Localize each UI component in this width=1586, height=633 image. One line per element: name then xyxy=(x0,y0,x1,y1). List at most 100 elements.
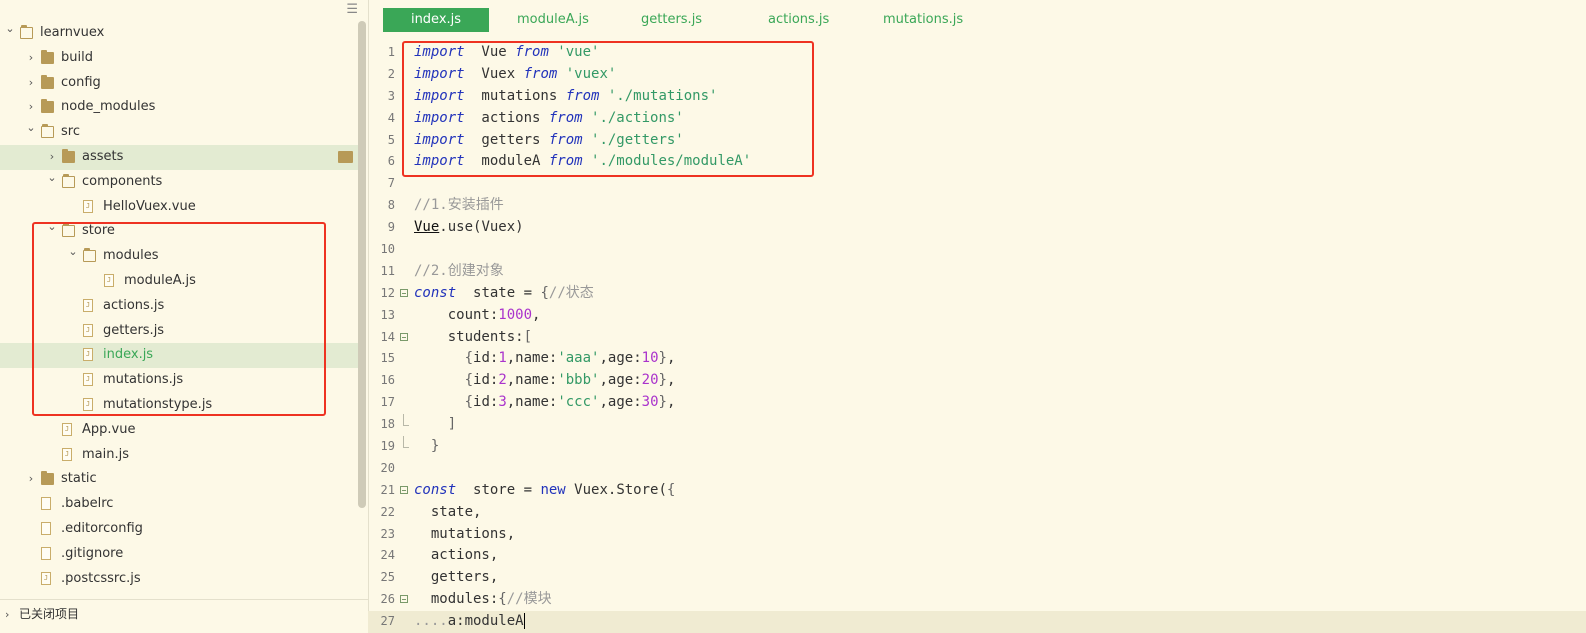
code-token: { xyxy=(464,372,474,389)
tree-item-label: .editorconfig xyxy=(61,520,143,536)
fold-toggle-icon[interactable] xyxy=(400,288,408,297)
tree-item-main-js[interactable]: Jmain.js xyxy=(0,443,358,468)
code-token: { xyxy=(540,284,549,301)
code-line[interactable]: 24 actions, xyxy=(368,545,1586,567)
file-icon xyxy=(41,521,51,535)
code-token: { xyxy=(498,591,507,608)
menu-icon[interactable]: ☰ xyxy=(346,2,358,17)
code-line[interactable]: 22 state, xyxy=(368,502,1586,524)
code-line[interactable]: 11 //2.创建对象 xyxy=(368,261,1586,283)
fold-toggle-icon[interactable] xyxy=(400,595,408,604)
folder-icon xyxy=(62,148,75,163)
line-number: 9 xyxy=(387,220,395,235)
code-line[interactable]: 9 Vue.use(Vuex) xyxy=(368,217,1586,239)
tree-item-components[interactable]: ⌄ components xyxy=(0,170,358,195)
code-line[interactable]: 21 const store = new Vuex.Store({ xyxy=(368,480,1586,502)
code-line[interactable]: 17 {id:3,name:'ccc',age:30}, xyxy=(368,392,1586,414)
tree-item-app-vue[interactable]: J App.vue xyxy=(0,418,358,443)
line-number: 18 xyxy=(380,417,395,432)
chevron-right-icon[interactable]: › xyxy=(26,467,36,492)
chevron-down-icon[interactable]: ⌄ xyxy=(5,17,15,42)
code-line[interactable]: 18 ] xyxy=(368,414,1586,436)
line-number: 20 xyxy=(380,460,395,475)
code-token: , xyxy=(666,394,676,411)
line-number: 23 xyxy=(380,526,395,541)
text-cursor xyxy=(523,613,525,630)
tree-item-build[interactable]: › build xyxy=(0,46,358,71)
code-token: ,name: xyxy=(506,394,558,411)
code-token: getters, xyxy=(414,569,499,586)
file-icon: J xyxy=(62,422,72,436)
file-icon: J xyxy=(41,571,51,585)
code-token: 20 xyxy=(641,372,659,389)
tree-item-gitignore[interactable]: .gitignore xyxy=(0,542,358,567)
open-folder-icon[interactable] xyxy=(338,150,353,163)
store-highlight-box xyxy=(32,222,326,416)
code-token: { xyxy=(464,394,474,411)
code-line[interactable]: 20 xyxy=(368,458,1586,480)
folder-icon xyxy=(41,99,54,114)
fold-toggle-icon[interactable] xyxy=(400,485,408,494)
code-line[interactable]: 14 students:[ xyxy=(368,327,1586,349)
tree-item-postcssrc-js[interactable]: J .postcssrc.js xyxy=(0,567,358,592)
code-line[interactable]: 16 {id:2,name:'bbb',age:20}, xyxy=(368,370,1586,392)
tree-item-config[interactable]: › config xyxy=(0,71,358,96)
file-icon: J xyxy=(62,447,72,461)
code-token: { xyxy=(464,350,474,367)
code-token: modules: xyxy=(414,591,499,608)
line-number: 8 xyxy=(387,198,395,213)
line-number: 27 xyxy=(380,614,395,629)
tree-item-babelrc[interactable]: .babelrc xyxy=(0,492,358,517)
code-line[interactable]: 27 ....a:moduleA xyxy=(368,611,1586,633)
code-line[interactable]: 12 const state = {//状态 xyxy=(368,283,1586,305)
tab-actions-js[interactable]: actions.js xyxy=(768,8,829,32)
code-token: //2.创建对象 xyxy=(414,262,504,279)
code-token: const xyxy=(414,284,457,301)
tree-item-static[interactable]: › static xyxy=(0,467,358,492)
line-number: 10 xyxy=(380,242,395,257)
tree-item-src[interactable]: ⌄ src xyxy=(0,120,358,145)
tab-getters-js[interactable]: getters.js xyxy=(641,8,702,32)
code-text: mutations, xyxy=(414,524,515,546)
code-text: {id:1,name:'aaa',age:10}, xyxy=(414,348,676,370)
closed-projects-section[interactable]: › 已关闭项目 xyxy=(0,599,368,629)
tree-item-label: learnvuex xyxy=(40,25,105,40)
code-token: , xyxy=(666,350,676,367)
code-line[interactable]: 23 mutations, xyxy=(368,524,1586,546)
code-line[interactable]: 19 } xyxy=(368,436,1586,458)
tree-item-label: src xyxy=(61,124,80,140)
sidebar-scrollbar[interactable] xyxy=(358,21,366,508)
tab-modulea-js[interactable]: moduleA.js xyxy=(517,8,589,32)
chevron-right-icon[interactable]: › xyxy=(5,600,9,629)
code-token: mutations, xyxy=(414,525,516,542)
code-line[interactable]: 13 count:1000, xyxy=(368,305,1586,327)
fold-toggle-icon[interactable] xyxy=(400,332,408,341)
line-number: 14 xyxy=(380,329,395,344)
chevron-right-icon[interactable]: › xyxy=(26,46,36,71)
code-line[interactable]: 10 xyxy=(368,239,1586,261)
tree-item-label: components xyxy=(82,173,163,189)
tree-item-learnvuex[interactable]: ⌄ learnvuex xyxy=(0,21,358,46)
folder-icon xyxy=(41,471,54,486)
code-token: [ xyxy=(523,328,533,345)
code-line[interactable]: 26 modules:{//模块 xyxy=(368,589,1586,611)
code-text: ....a:moduleA xyxy=(414,611,525,633)
folder-icon xyxy=(41,49,54,64)
chevron-right-icon[interactable]: › xyxy=(26,71,36,96)
chevron-down-icon[interactable]: ⌄ xyxy=(26,116,36,141)
tab-mutations-js[interactable]: mutations.js xyxy=(883,8,963,32)
file-icon: J xyxy=(83,199,93,213)
tree-item-node-modules[interactable]: › node_modules xyxy=(0,95,358,120)
code-line[interactable]: 25 getters, xyxy=(368,567,1586,589)
line-number: 15 xyxy=(380,351,395,366)
folder-icon xyxy=(62,173,75,188)
tree-item-editorconfig[interactable]: .editorconfig xyxy=(0,517,358,542)
tab-index-js[interactable]: index.js xyxy=(383,8,489,32)
chevron-down-icon[interactable]: ⌄ xyxy=(47,166,57,191)
line-number: 13 xyxy=(380,307,395,322)
code-line[interactable]: 8 //1.安装插件 xyxy=(368,195,1586,217)
code-text: {id:3,name:'ccc',age:30}, xyxy=(414,392,676,414)
code-line[interactable]: 15 {id:1,name:'aaa',age:10}, xyxy=(368,348,1586,370)
